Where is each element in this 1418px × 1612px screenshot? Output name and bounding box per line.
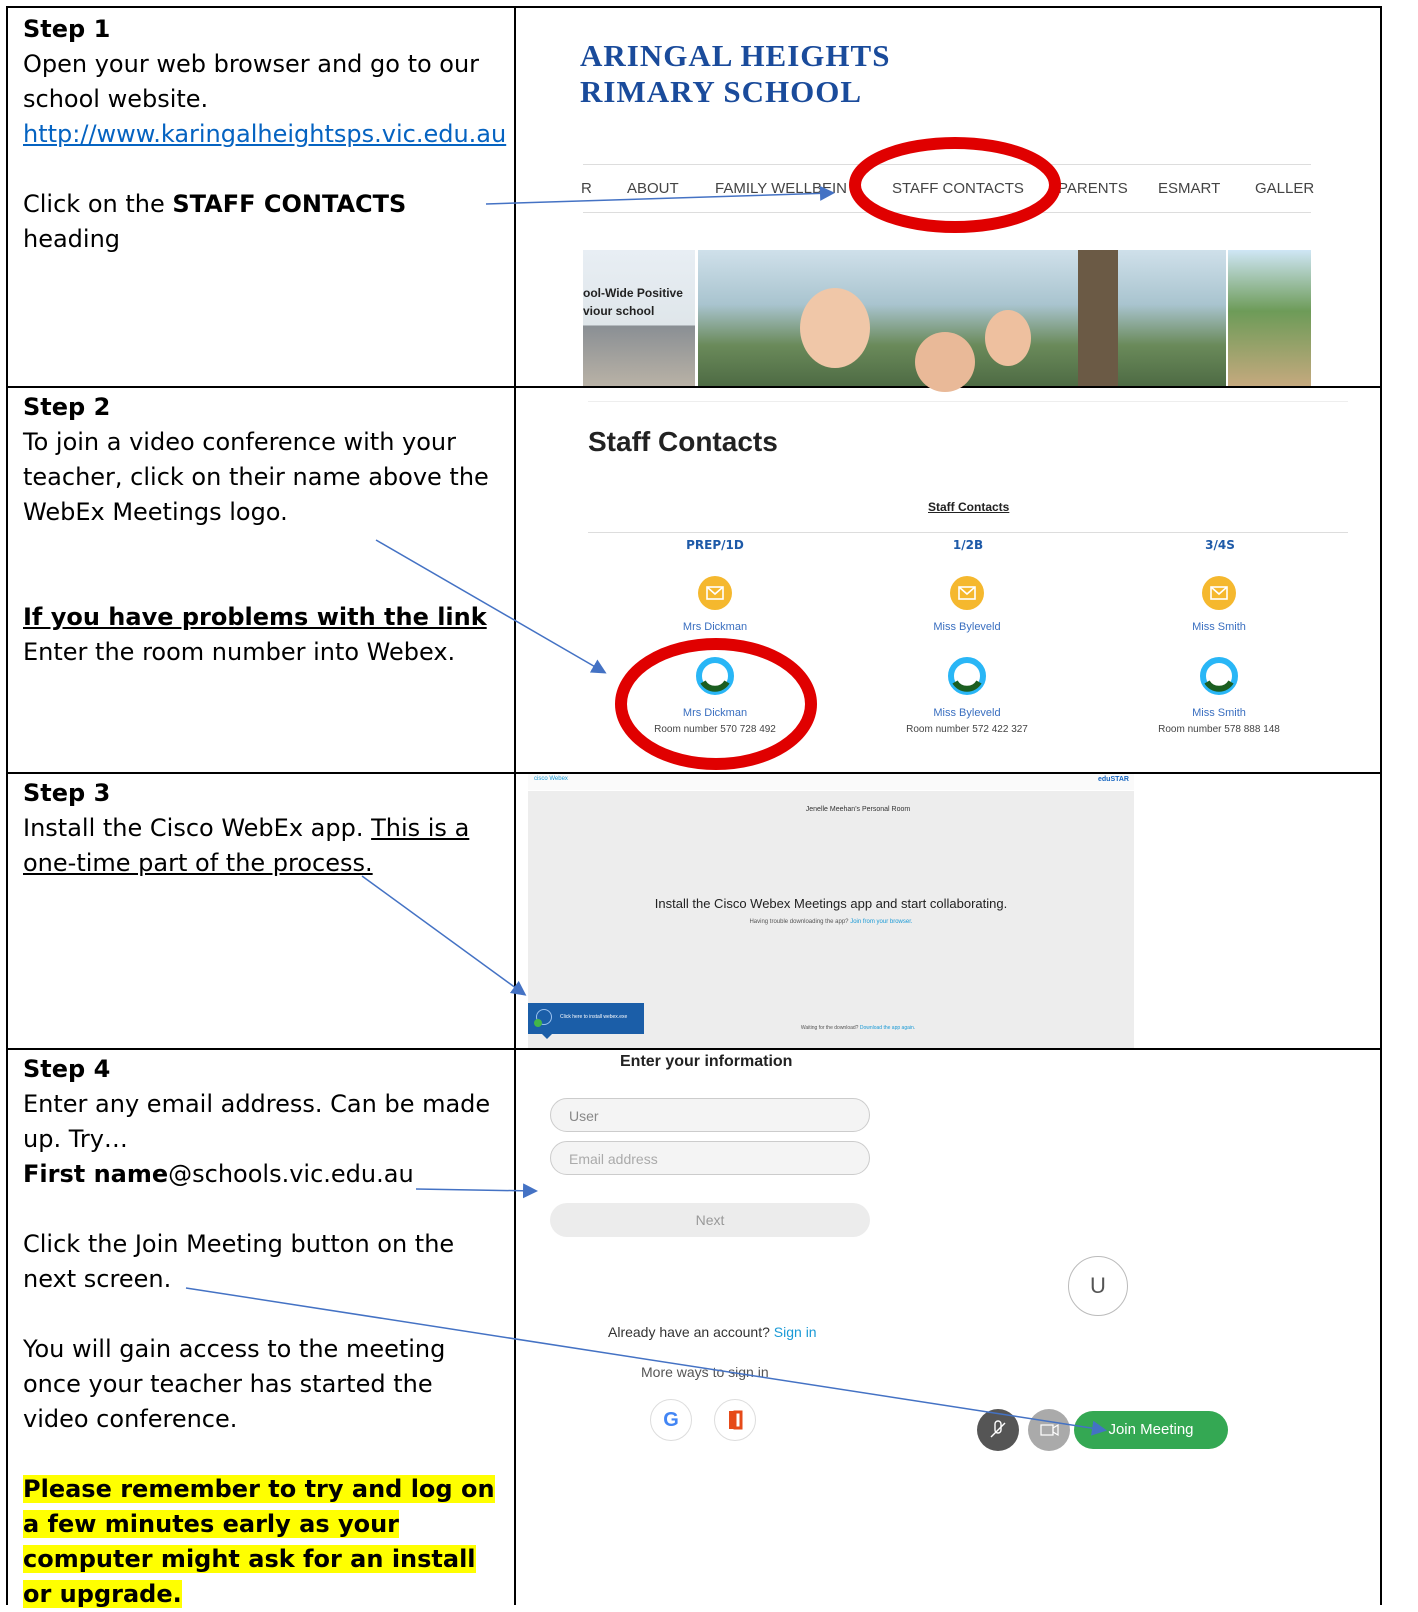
- step2-arrow: [375, 539, 607, 674]
- step3-annotation: [361, 875, 527, 996]
- step4-join-arrow: [185, 1287, 1107, 1436]
- step1-annotation: [485, 137, 1061, 233]
- step1-arrow: [485, 185, 835, 205]
- staff-contacts-red-circle: [849, 137, 1061, 233]
- step4-annotation: [185, 1183, 1107, 1436]
- mrs-dickman-red-circle: [615, 638, 817, 770]
- step3-arrow: [361, 875, 527, 996]
- step2-annotation: [375, 539, 817, 770]
- step4-email-arrow: [415, 1183, 538, 1199]
